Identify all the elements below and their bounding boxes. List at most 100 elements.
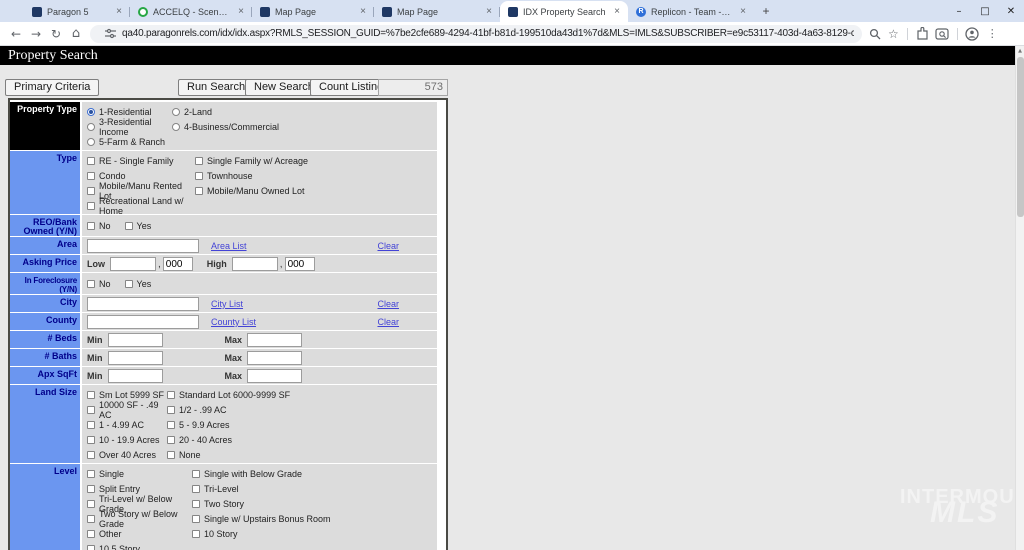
area-list-link[interactable]: Area List bbox=[211, 241, 247, 251]
checkbox-half-99ac[interactable]: 1/2 - .99 AC bbox=[167, 405, 437, 415]
checkbox-two-story[interactable]: Two Story bbox=[192, 499, 437, 509]
sqft-max-input[interactable] bbox=[247, 369, 303, 383]
tab-title: Map Page bbox=[397, 7, 439, 17]
minimize-button[interactable]: – bbox=[946, 6, 972, 17]
tab-replicon[interactable]: R Replicon - Team - Timesheets × bbox=[628, 2, 754, 22]
page-scrollbar[interactable]: ▲ bbox=[1015, 46, 1024, 550]
maximize-button[interactable]: □ bbox=[972, 6, 998, 17]
tab-paragon5[interactable]: Paragon 5 × bbox=[24, 2, 130, 22]
site-info-icon[interactable] bbox=[105, 28, 116, 39]
asking-price-low-input[interactable] bbox=[110, 257, 156, 271]
close-window-button[interactable]: ✕ bbox=[998, 6, 1024, 17]
url-text[interactable]: qa40.paragonrels.com/idx/idx.aspx?RMLS_S… bbox=[122, 28, 854, 39]
extensions-icon[interactable] bbox=[915, 27, 928, 40]
tab-close-icon[interactable]: × bbox=[612, 6, 622, 17]
county-clear-link[interactable]: Clear bbox=[377, 317, 399, 327]
scrollbar-thumb[interactable] bbox=[1017, 57, 1024, 217]
city-input[interactable] bbox=[87, 297, 199, 311]
checkbox-10-199-acres[interactable]: 10 - 19.9 Acres bbox=[87, 435, 167, 445]
new-tab-button[interactable]: + bbox=[758, 4, 774, 20]
checkbox-icon bbox=[124, 222, 133, 230]
checkbox-foreclosure-no[interactable]: No bbox=[87, 279, 111, 289]
bookmark-star-icon[interactable]: ☆ bbox=[888, 27, 899, 41]
checkbox-level-other[interactable]: Other bbox=[87, 529, 192, 539]
county-input[interactable] bbox=[87, 315, 199, 329]
checkbox-two-story-below-grade[interactable]: Two Story w/ Below Grade bbox=[87, 509, 192, 529]
checkbox-10000sf-49ac[interactable]: 10000 SF - .49 AC bbox=[87, 400, 167, 420]
paragon-favicon-icon bbox=[32, 7, 42, 17]
address-bar[interactable]: qa40.paragonrels.com/idx/idx.aspx?RMLS_S… bbox=[90, 24, 862, 43]
city-list-link[interactable]: City List bbox=[211, 299, 243, 309]
checkbox-condo[interactable]: Condo bbox=[87, 171, 195, 181]
sqft-min-input[interactable] bbox=[107, 369, 163, 383]
radio-3-residential-income[interactable]: 3-Residential Income bbox=[87, 117, 172, 137]
tab-accelq[interactable]: ACCELQ - Scenarios × bbox=[130, 2, 252, 22]
checkbox-reo-yes[interactable]: Yes bbox=[124, 221, 151, 231]
checkbox-10-5-story[interactable]: 10.5 Story bbox=[87, 544, 192, 550]
browser-menu-icon[interactable]: ⋮ bbox=[987, 27, 998, 40]
checkbox-label: 20 - 40 Acres bbox=[179, 434, 233, 445]
asking-price-high-thousands[interactable] bbox=[284, 257, 315, 271]
checkbox-single-below-grade[interactable]: Single with Below Grade bbox=[192, 469, 437, 479]
profile-icon[interactable] bbox=[965, 26, 979, 41]
checkbox-mobile-owned-lot[interactable]: Mobile/Manu Owned Lot bbox=[195, 186, 437, 196]
tab-map-page-2[interactable]: Map Page × bbox=[374, 2, 500, 22]
tab-map-page-1[interactable]: Map Page × bbox=[252, 2, 374, 22]
county-list-link[interactable]: County List bbox=[211, 317, 256, 327]
run-search-button[interactable]: Run Search bbox=[178, 79, 255, 96]
checkbox-tri-level[interactable]: Tri-Level bbox=[192, 484, 437, 494]
checkbox-land-none[interactable]: None bbox=[167, 450, 437, 460]
tab-search-icon[interactable] bbox=[935, 27, 949, 40]
checkbox-split-entry[interactable]: Split Entry bbox=[87, 484, 192, 494]
radio-4-business-commercial[interactable]: 4-Business/Commercial bbox=[172, 122, 437, 132]
area-clear-link[interactable]: Clear bbox=[377, 241, 399, 251]
area-input[interactable] bbox=[87, 239, 199, 253]
checkbox-over-40-acres[interactable]: Over 40 Acres bbox=[87, 450, 167, 460]
checkbox-single[interactable]: Single bbox=[87, 469, 192, 479]
checkbox-label: Other bbox=[99, 528, 122, 539]
checkbox-re-single-family[interactable]: RE - Single Family bbox=[87, 156, 195, 166]
forward-icon[interactable]: → bbox=[26, 27, 46, 41]
tab-close-icon[interactable]: × bbox=[236, 7, 246, 17]
checkbox-icon bbox=[87, 186, 95, 195]
checkbox-20-40-acres[interactable]: 20 - 40 Acres bbox=[167, 435, 437, 445]
asking-price-high-input[interactable] bbox=[231, 257, 278, 271]
tab-idx-property-search[interactable]: IDX Property Search × bbox=[500, 1, 628, 22]
checkbox-sm-lot[interactable]: Sm Lot 5999 SF bbox=[87, 390, 167, 400]
checkbox-townhouse[interactable]: Townhouse bbox=[195, 171, 437, 181]
tab-close-icon[interactable]: × bbox=[358, 7, 368, 17]
primary-criteria-button[interactable]: Primary Criteria bbox=[5, 79, 100, 96]
checkbox-single-family-acreage[interactable]: Single Family w/ Acreage bbox=[195, 156, 437, 166]
checkbox-recreational-land[interactable]: Recreational Land w/ Home bbox=[87, 196, 195, 216]
checkbox-icon bbox=[167, 390, 175, 399]
radio-5-farm-ranch[interactable]: 5-Farm & Ranch bbox=[87, 137, 172, 147]
checkbox-foreclosure-yes[interactable]: Yes bbox=[124, 279, 151, 289]
min-label: Min bbox=[87, 371, 103, 381]
tab-close-icon[interactable]: × bbox=[484, 7, 494, 17]
reload-icon[interactable]: ↻ bbox=[46, 27, 66, 41]
back-icon[interactable]: ← bbox=[6, 27, 26, 41]
baths-max-input[interactable] bbox=[247, 351, 303, 365]
form-label-beds: # Beds bbox=[10, 331, 80, 348]
checkbox-5-99-acres[interactable]: 5 - 9.9 Acres bbox=[167, 420, 437, 430]
tab-close-icon[interactable]: × bbox=[114, 7, 124, 17]
checkbox-1-499ac[interactable]: 1 - 4.99 AC bbox=[87, 420, 167, 430]
checkbox-standard-lot[interactable]: Standard Lot 6000-9999 SF bbox=[167, 390, 437, 400]
city-clear-link[interactable]: Clear bbox=[377, 299, 399, 309]
beds-max-input[interactable] bbox=[247, 333, 303, 347]
level-options: Single Single with Below Grade Split Ent… bbox=[82, 464, 437, 550]
scroll-up-icon[interactable]: ▲ bbox=[1016, 46, 1024, 56]
checkbox-icon bbox=[87, 499, 95, 508]
home-icon[interactable]: ⌂ bbox=[66, 26, 86, 41]
checkbox-icon bbox=[167, 405, 175, 414]
checkbox-single-upstairs-bonus[interactable]: Single w/ Upstairs Bonus Room bbox=[192, 514, 437, 524]
checkbox-reo-no[interactable]: No bbox=[87, 221, 111, 231]
asking-price-low-thousands[interactable] bbox=[162, 257, 193, 271]
zoom-icon[interactable] bbox=[869, 28, 881, 40]
baths-min-input[interactable] bbox=[107, 351, 163, 365]
checkbox-10-story[interactable]: 10 Story bbox=[192, 529, 437, 539]
radio-1-residential[interactable]: 1-Residential bbox=[87, 107, 172, 117]
beds-min-input[interactable] bbox=[107, 333, 163, 347]
tab-close-icon[interactable]: × bbox=[738, 7, 748, 17]
radio-2-land[interactable]: 2-Land bbox=[172, 107, 437, 117]
